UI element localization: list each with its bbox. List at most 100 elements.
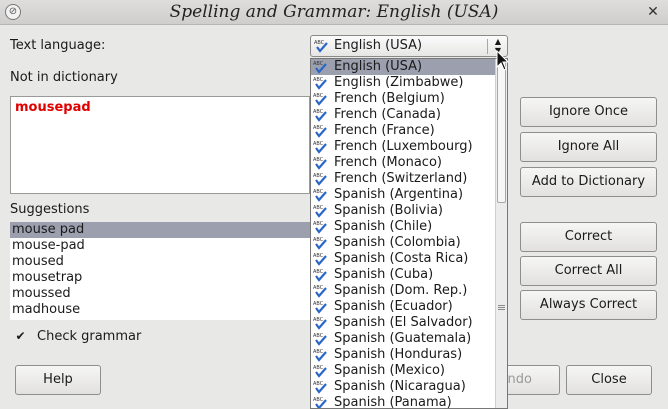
language-option[interactable]: ABC French (Monaco) xyxy=(311,155,495,171)
language-option[interactable]: ABC French (France) xyxy=(311,123,495,139)
language-option[interactable]: ABC English (Zimbabwe) xyxy=(311,75,495,91)
language-option[interactable]: ABC Spanish (Nicaragua) xyxy=(311,379,495,395)
not-in-dictionary-label-text: Not in dictionary xyxy=(10,70,118,85)
suggestion-item[interactable]: madhouse xyxy=(10,302,310,318)
svg-text:ABC: ABC xyxy=(313,93,324,99)
language-option[interactable]: ABC Spanish (Mexico) xyxy=(311,363,495,379)
ignore-once-button[interactable]: Ignore Once xyxy=(520,97,657,127)
spellcheck-abc-icon: ABC xyxy=(313,125,327,138)
suggestion-item[interactable]: moused xyxy=(10,254,310,270)
language-option[interactable]: ABC Spanish (Dom. Rep.) xyxy=(311,283,495,299)
language-option-label: Spanish (Costa Rica) xyxy=(334,251,469,266)
suggestion-item[interactable]: mouse pad xyxy=(10,222,310,238)
svg-text:ABC: ABC xyxy=(313,237,324,243)
suggestion-item[interactable]: moussed xyxy=(10,286,310,302)
language-option-label: Spanish (Honduras) xyxy=(334,347,463,362)
language-option[interactable]: ABC Spanish (Colombia) xyxy=(311,235,495,251)
ignore-all-button[interactable]: Ignore All xyxy=(520,132,657,162)
spellcheck-abc-icon: ABC xyxy=(313,77,327,90)
language-option-label: French (France) xyxy=(334,123,435,138)
correct-all-button[interactable]: Correct All xyxy=(520,256,657,286)
suggestion-item[interactable]: mouse-pad xyxy=(10,238,310,254)
spellcheck-abc-icon: ABC xyxy=(313,93,327,106)
svg-text:ABC: ABC xyxy=(313,333,324,339)
svg-text:ABC: ABC xyxy=(313,141,324,147)
close-x-icon[interactable]: ✕ xyxy=(644,3,662,21)
help-button[interactable]: Help xyxy=(15,365,101,395)
spellcheck-abc-icon: ABC xyxy=(314,40,328,53)
svg-text:ABC: ABC xyxy=(313,173,324,179)
language-option-label: French (Belgium) xyxy=(334,91,445,106)
text-language-select[interactable]: ABC English (USA) ▲ ▼ xyxy=(310,35,508,57)
spellcheck-abc-icon: ABC xyxy=(313,381,327,394)
svg-text:ABC: ABC xyxy=(313,301,324,307)
spellcheck-abc-icon: ABC xyxy=(313,349,327,362)
spellcheck-abc-icon: ABC xyxy=(313,285,327,298)
language-option[interactable]: ABC French (Switzerland) xyxy=(311,171,495,187)
language-option[interactable]: ABC French (Belgium) xyxy=(311,91,495,107)
text-language-label: Text language: xyxy=(10,38,106,53)
svg-text:ABC: ABC xyxy=(313,397,324,403)
language-option[interactable]: ABC English (USA) xyxy=(311,59,495,75)
add-to-dictionary-button[interactable]: Add to Dictionary xyxy=(520,167,657,197)
language-option-label: Spanish (Bolivia) xyxy=(334,203,443,218)
language-option[interactable]: ABC Spanish (Costa Rica) xyxy=(311,251,495,267)
always-correct-button[interactable]: Always Correct xyxy=(520,290,657,320)
svg-text:ABC: ABC xyxy=(313,157,324,163)
scrollbar-thumb[interactable] xyxy=(497,61,506,203)
spellcheck-abc-icon: ABC xyxy=(313,157,327,170)
language-option[interactable]: ABC Spanish (Chile) xyxy=(311,219,495,235)
language-option-label: Spanish (Mexico) xyxy=(334,363,446,378)
language-option-label: Spanish (Colombia) xyxy=(334,235,461,250)
language-dropdown-list[interactable]: ABC English (USA) ABC English (Zimbabwe) ABC… xyxy=(310,58,508,409)
not-in-dictionary-box[interactable]: mousepad xyxy=(10,96,310,194)
dropdown-scrollbar[interactable] xyxy=(495,59,507,408)
spellcheck-abc-icon: ABC xyxy=(313,109,327,122)
spellcheck-abc-icon: ABC xyxy=(313,221,327,234)
svg-text:ABC: ABC xyxy=(313,77,324,83)
svg-text:ABC: ABC xyxy=(313,317,324,323)
svg-text:ABC: ABC xyxy=(313,269,324,275)
language-option[interactable]: ABC Spanish (Cuba) xyxy=(311,267,495,283)
close-button[interactable]: Close xyxy=(566,365,652,395)
suggestion-item[interactable]: mousetrap xyxy=(10,270,310,286)
language-option-label: Spanish (El Salvador) xyxy=(334,315,473,330)
language-option[interactable]: ABC Spanish (Panama) xyxy=(311,395,495,409)
suggestions-label: Suggestions xyxy=(10,202,90,217)
language-option-label: Spanish (Panama) xyxy=(334,395,452,409)
spellcheck-abc-icon: ABC xyxy=(313,237,327,250)
svg-text:ABC: ABC xyxy=(313,365,324,371)
spellcheck-abc-icon: ABC xyxy=(313,333,327,346)
language-option[interactable]: ABC Spanish (Bolivia) xyxy=(311,203,495,219)
svg-text:ABC: ABC xyxy=(313,381,324,387)
spellcheck-abc-icon: ABC xyxy=(313,141,327,154)
language-option[interactable]: ABC Spanish (El Salvador) xyxy=(311,315,495,331)
language-option[interactable]: ABC Spanish (Honduras) xyxy=(311,347,495,363)
language-option-label: Spanish (Nicaragua) xyxy=(334,379,466,394)
misspelled-word: mousepad xyxy=(15,100,91,115)
language-option[interactable]: ABC French (Luxembourg) xyxy=(311,139,495,155)
svg-text:ABC: ABC xyxy=(313,221,324,227)
language-option[interactable]: ABC French (Canada) xyxy=(311,107,495,123)
title-bar: ⊘ Spelling and Grammar: English (USA) ✕ xyxy=(0,0,668,25)
spellcheck-abc-icon: ABC xyxy=(313,301,327,314)
language-option-label: Spanish (Ecuador) xyxy=(334,299,453,314)
language-option[interactable]: ABC Spanish (Argentina) xyxy=(311,187,495,203)
language-option-label: Spanish (Dom. Rep.) xyxy=(334,283,468,298)
window-title: Spelling and Grammar: English (USA) xyxy=(169,2,499,22)
language-option-label: Spanish (Argentina) xyxy=(334,187,464,202)
svg-text:ABC: ABC xyxy=(314,40,325,46)
language-option-label: French (Luxembourg) xyxy=(334,139,473,154)
scrollbar-grip-icon xyxy=(498,305,505,311)
mouse-cursor-icon xyxy=(496,50,510,71)
svg-text:ABC: ABC xyxy=(313,109,324,115)
language-option-label: Spanish (Cuba) xyxy=(334,267,434,282)
language-option-label: French (Canada) xyxy=(334,107,441,122)
correct-button[interactable]: Correct xyxy=(520,222,657,252)
svg-text:ABC: ABC xyxy=(313,253,324,259)
suggestions-list[interactable]: mouse pad mouse-pad moused mousetrap mou… xyxy=(10,222,310,320)
language-option[interactable]: ABC Spanish (Ecuador) xyxy=(311,299,495,315)
check-grammar-checkbox[interactable]: ✔ xyxy=(14,330,27,343)
svg-text:ABC: ABC xyxy=(313,61,324,67)
language-option[interactable]: ABC Spanish (Guatemala) xyxy=(311,331,495,347)
